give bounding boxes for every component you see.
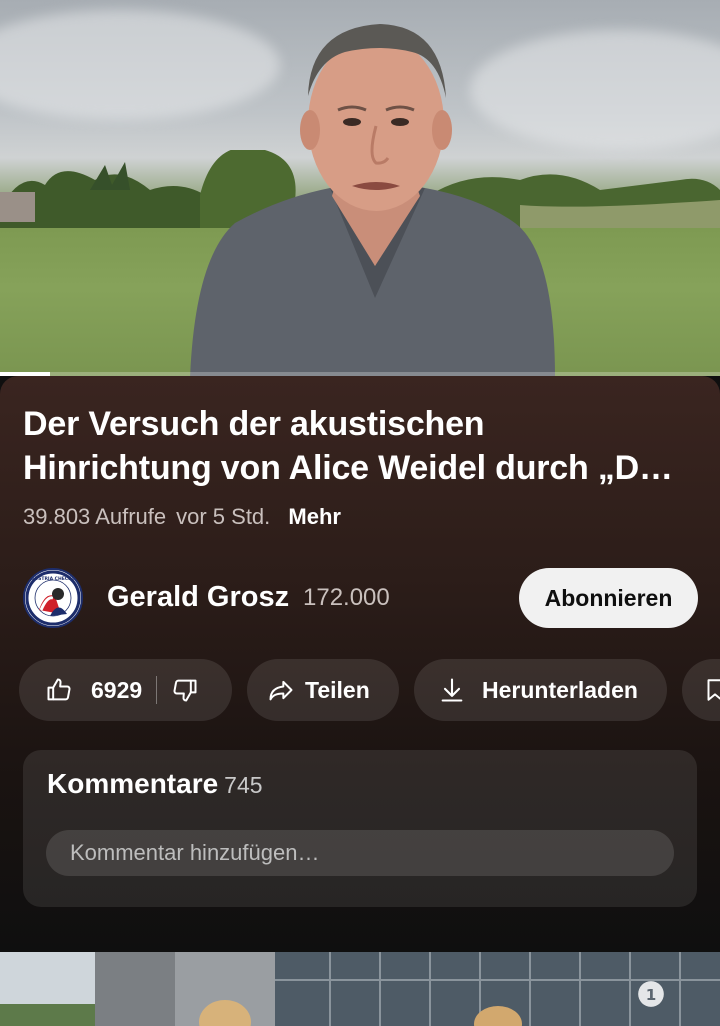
download-button[interactable]: Herunterladen bbox=[414, 659, 667, 721]
svg-text:1: 1 bbox=[646, 986, 657, 1004]
video-title-line1: Der Versuch der akustischen bbox=[23, 405, 485, 443]
channel-name[interactable]: Gerald Grosz bbox=[107, 581, 289, 614]
comment-input[interactable] bbox=[46, 830, 674, 876]
dislike-button[interactable] bbox=[171, 676, 199, 704]
ard-logo-icon: 1 bbox=[638, 981, 664, 1007]
download-icon bbox=[441, 678, 463, 702]
video-title[interactable]: Der Versuch der akustischen Hinrichtung … bbox=[23, 402, 703, 490]
comments-heading: Kommentare 745 bbox=[47, 768, 263, 800]
action-bar: 6929 Teilen Herunterladen bbox=[19, 659, 720, 721]
like-divider bbox=[156, 676, 158, 704]
thumbs-down-icon bbox=[173, 679, 197, 702]
avatar-lettering: AUSTRIA CHECKS bbox=[31, 576, 75, 582]
upload-age: vor 5 Std. bbox=[176, 504, 271, 529]
video-title-line2: Hinrichtung von Alice Weidel durch „D… bbox=[23, 449, 673, 487]
share-label: Teilen bbox=[305, 676, 370, 703]
subscribe-button[interactable]: Abonnieren bbox=[519, 568, 698, 628]
avatar[interactable]: AUSTRIA CHECKS bbox=[23, 568, 83, 628]
video-player[interactable] bbox=[0, 0, 720, 376]
share-button[interactable]: Teilen bbox=[247, 659, 399, 721]
thumbs-up-icon bbox=[47, 678, 71, 701]
comments-title: Kommentare bbox=[47, 768, 219, 799]
video-details: Der Versuch der akustischen Hinrichtung … bbox=[0, 376, 720, 950]
more-link[interactable]: Mehr bbox=[288, 504, 341, 529]
comments-count: 745 bbox=[224, 772, 263, 798]
like-count: 6929 bbox=[91, 676, 143, 703]
like-dislike-group: 6929 bbox=[19, 659, 232, 721]
channel-row: AUSTRIA CHECKS Gerald Grosz 172.000 Abon… bbox=[23, 568, 698, 628]
view-count: 39.803 Aufrufe bbox=[23, 504, 167, 529]
save-button[interactable] bbox=[682, 659, 720, 721]
thumbnail-scene bbox=[0, 952, 720, 1026]
presenter bbox=[190, 24, 555, 376]
video-meta[interactable]: 39.803 Aufrufe vor 5 Std. Mehr bbox=[23, 504, 341, 530]
channel-logo-icon: AUSTRIA CHECKS bbox=[25, 570, 81, 626]
like-button[interactable]: 6929 bbox=[45, 676, 142, 704]
download-label: Herunterladen bbox=[482, 676, 638, 703]
subscriber-count: 172.000 bbox=[303, 584, 390, 611]
bookmark-icon bbox=[707, 679, 720, 701]
next-video-thumbnail[interactable]: 1 bbox=[0, 952, 720, 1026]
comments-section[interactable]: Kommentare 745 bbox=[23, 750, 697, 907]
share-arrow-icon bbox=[269, 680, 293, 701]
